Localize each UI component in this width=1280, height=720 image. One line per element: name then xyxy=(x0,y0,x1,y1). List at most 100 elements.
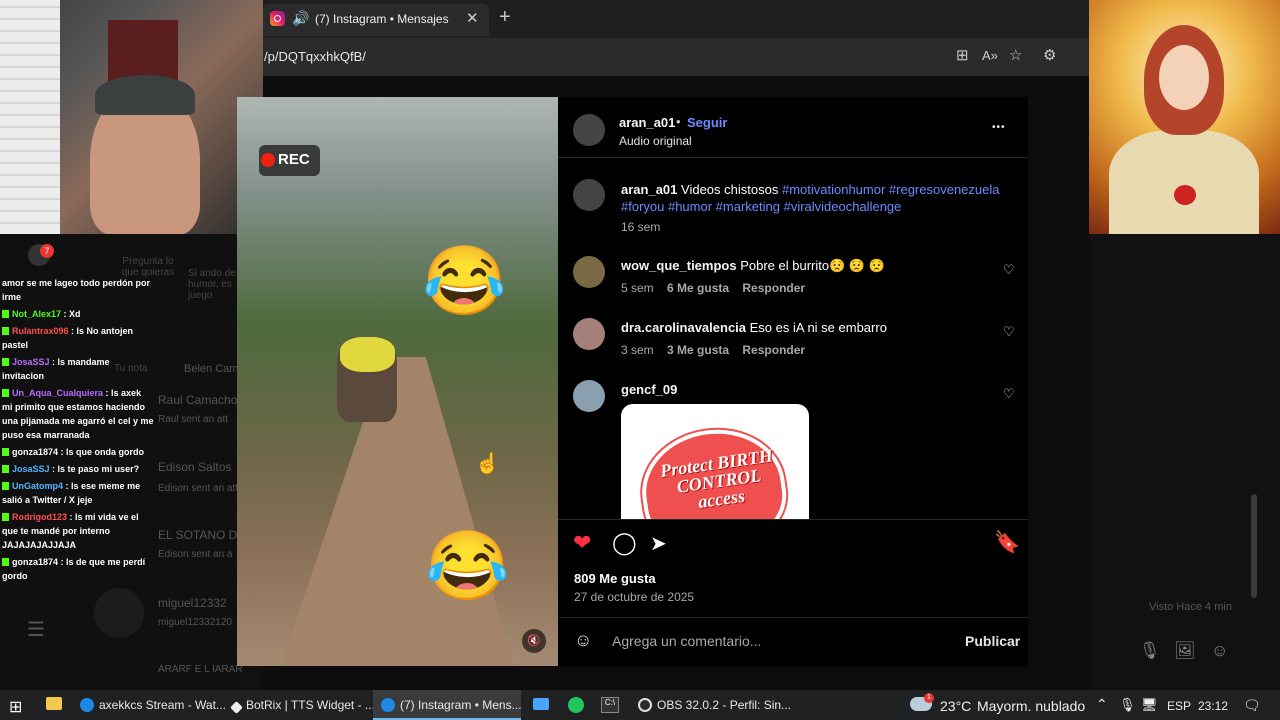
laughing-emoji-icon: 😂 xyxy=(422,243,507,319)
thread-4[interactable]: Belen Cam xyxy=(184,363,238,375)
tab-title: (7) Instagram • Mensajes xyxy=(315,12,449,26)
comment-avatar[interactable] xyxy=(573,380,605,412)
thread-6[interactable]: Edison Saltos xyxy=(158,460,231,474)
author-avatar[interactable] xyxy=(573,114,605,146)
caption-hashtags[interactable]: #motivationhumor #regresovenezuela xyxy=(782,182,1000,197)
like-heart-icon[interactable]: ❤ xyxy=(573,530,591,556)
taskbar-item[interactable]: OBS 32.0.2 - Perfil: Sin... xyxy=(630,690,791,720)
caption-avatar[interactable] xyxy=(573,179,605,211)
thread-7-sub: Edison sent an a xyxy=(158,549,233,560)
windows-start-icon[interactable]: ⊞ xyxy=(9,697,22,717)
mail-icon[interactable] xyxy=(533,698,549,710)
taskbar-item[interactable]: axekkcs Stream - Wat... xyxy=(72,690,226,720)
network-icon[interactable]: 🖥 xyxy=(1141,697,1158,713)
thread-7[interactable]: EL SOTANO D xyxy=(158,528,237,542)
comment-likes[interactable]: 6 Me gusta xyxy=(667,281,729,295)
weather-text[interactable]: Mayorm. nublado xyxy=(977,698,1085,714)
badge-icon xyxy=(2,513,9,521)
comment-avatar[interactable] xyxy=(573,318,605,350)
seen-status: Visto Hace 4 min xyxy=(1149,601,1232,613)
like-comment-icon[interactable]: ♡ xyxy=(1003,262,1015,278)
publish-button[interactable]: Publicar xyxy=(965,633,1020,649)
reply-button[interactable]: Responder xyxy=(742,343,805,357)
notification-center-icon[interactable]: 🗨 xyxy=(1243,697,1261,714)
close-tab-icon[interactable]: ✕ xyxy=(466,9,479,27)
scrollbar[interactable] xyxy=(1251,494,1257,598)
badge-icon xyxy=(2,310,9,318)
weather-temp[interactable]: 23°C xyxy=(940,698,971,714)
chat-message: Un_Aqua_Cualquiera : ls axek mi primito … xyxy=(2,388,154,440)
menu-icon[interactable]: ☰ xyxy=(27,617,45,642)
like-comment-icon[interactable]: ♡ xyxy=(1003,324,1015,340)
caption-username[interactable]: aran_a01 xyxy=(621,182,677,197)
thread-5[interactable]: Raul Camacho xyxy=(158,393,237,407)
taskbar-item-active[interactable]: (7) Instagram • Mens... xyxy=(373,690,522,720)
taskbar-item[interactable]: BotRix | TTS Widget - ... xyxy=(224,690,375,720)
likes-count[interactable]: 809 Me gusta xyxy=(574,571,656,586)
comment-image[interactable]: Protect BIRTH CONTROL access xyxy=(621,404,809,519)
comment-username[interactable]: wow_que_tiempos xyxy=(621,258,737,273)
author-username[interactable]: aran_a01 xyxy=(619,115,675,130)
notification-badge: 7 xyxy=(40,244,54,258)
post-date: 27 de octubre de 2025 xyxy=(574,590,695,604)
webcam-feed xyxy=(0,0,263,234)
file-explorer-icon[interactable] xyxy=(46,697,62,710)
favorite-star-icon[interactable]: ☆ xyxy=(1009,46,1022,64)
comment-text: Eso es iA ni se embarro xyxy=(749,320,887,335)
thread-8[interactable]: miguel12332 xyxy=(158,596,227,610)
separator-dot: • xyxy=(676,114,681,129)
speaker-icon[interactable]: 🔊 xyxy=(292,10,309,27)
edge-icon xyxy=(80,698,94,712)
divider xyxy=(558,157,1028,158)
comment-icon[interactable]: ◯ xyxy=(612,530,637,556)
terminal-icon[interactable]: C:\ xyxy=(601,697,619,713)
chat-message: gonza1874 : ls de que me perdí gordo xyxy=(2,557,146,581)
comment-meta: 3 sem 3 Me gusta Responder xyxy=(621,343,805,357)
new-tab-button[interactable]: + xyxy=(499,6,511,29)
follow-button[interactable]: Seguir xyxy=(687,115,727,130)
comment-age: 5 sem xyxy=(621,281,654,295)
like-comment-icon[interactable]: ♡ xyxy=(1003,386,1015,402)
record-dot-icon xyxy=(261,153,275,167)
microphone-tray-icon[interactable]: 🎙 xyxy=(1119,697,1136,713)
reply-button[interactable]: Responder xyxy=(742,281,805,295)
comment-username[interactable]: gencf_09 xyxy=(621,382,677,397)
image-icon[interactable]: 🖼 xyxy=(1174,641,1196,661)
thread-9[interactable]: ARARF E L IARAR xyxy=(158,664,243,675)
extensions-icon[interactable]: ⚙ xyxy=(1043,46,1056,64)
rec-indicator: REC xyxy=(259,145,320,176)
chevron-up-icon[interactable]: ⌃ xyxy=(1096,696,1108,713)
mute-button[interactable]: 🔇 xyxy=(522,629,546,653)
spotify-icon[interactable] xyxy=(568,697,584,713)
cursor-icon: ☝ xyxy=(475,453,500,475)
caption-hashtags[interactable]: #foryou #humor #marketing #viralvideocha… xyxy=(621,199,901,214)
post-video[interactable]: 😂 😂 ☝ xyxy=(237,97,558,666)
comment-meta: 5 sem 6 Me gusta Responder xyxy=(621,281,805,295)
divider xyxy=(558,617,1028,618)
comment-input[interactable]: Agrega un comentario... xyxy=(612,633,761,649)
comment-age: 3 sem xyxy=(621,343,654,357)
sticker-icon[interactable]: ☺ xyxy=(1211,641,1228,661)
more-options-icon[interactable]: ••• xyxy=(992,122,1006,133)
app-install-icon[interactable]: ⊞ xyxy=(956,46,969,64)
rec-label: REC xyxy=(278,151,310,168)
caption-age: 16 sem xyxy=(621,220,661,234)
clock[interactable]: 23:12 xyxy=(1198,699,1228,713)
thread-note-2: Si ando de humor, es juego xyxy=(188,268,236,301)
read-aloud-icon[interactable]: A» xyxy=(982,48,998,63)
emoji-picker-icon[interactable]: ☺ xyxy=(574,630,592,651)
bookmark-icon[interactable]: 🔖 xyxy=(994,531,1020,555)
thread-5-sub: Raul sent an att xyxy=(158,414,229,425)
audio-label[interactable]: Audio original xyxy=(619,134,692,148)
comment-avatar[interactable] xyxy=(573,256,605,288)
badge-icon xyxy=(2,358,9,366)
overlay-image xyxy=(1089,0,1280,234)
url-text[interactable]: /p/DQTqxxhkQfB/ xyxy=(264,49,366,64)
badge-icon xyxy=(2,389,9,397)
microphone-icon[interactable]: 🎙 xyxy=(1139,641,1161,661)
comment-username[interactable]: dra.carolinavalencia xyxy=(621,320,746,335)
badge-icon xyxy=(2,465,9,473)
comment-likes[interactable]: 3 Me gusta xyxy=(667,343,729,357)
share-send-icon[interactable]: ➤ xyxy=(650,531,667,556)
language-indicator[interactable]: ESP xyxy=(1167,699,1191,713)
